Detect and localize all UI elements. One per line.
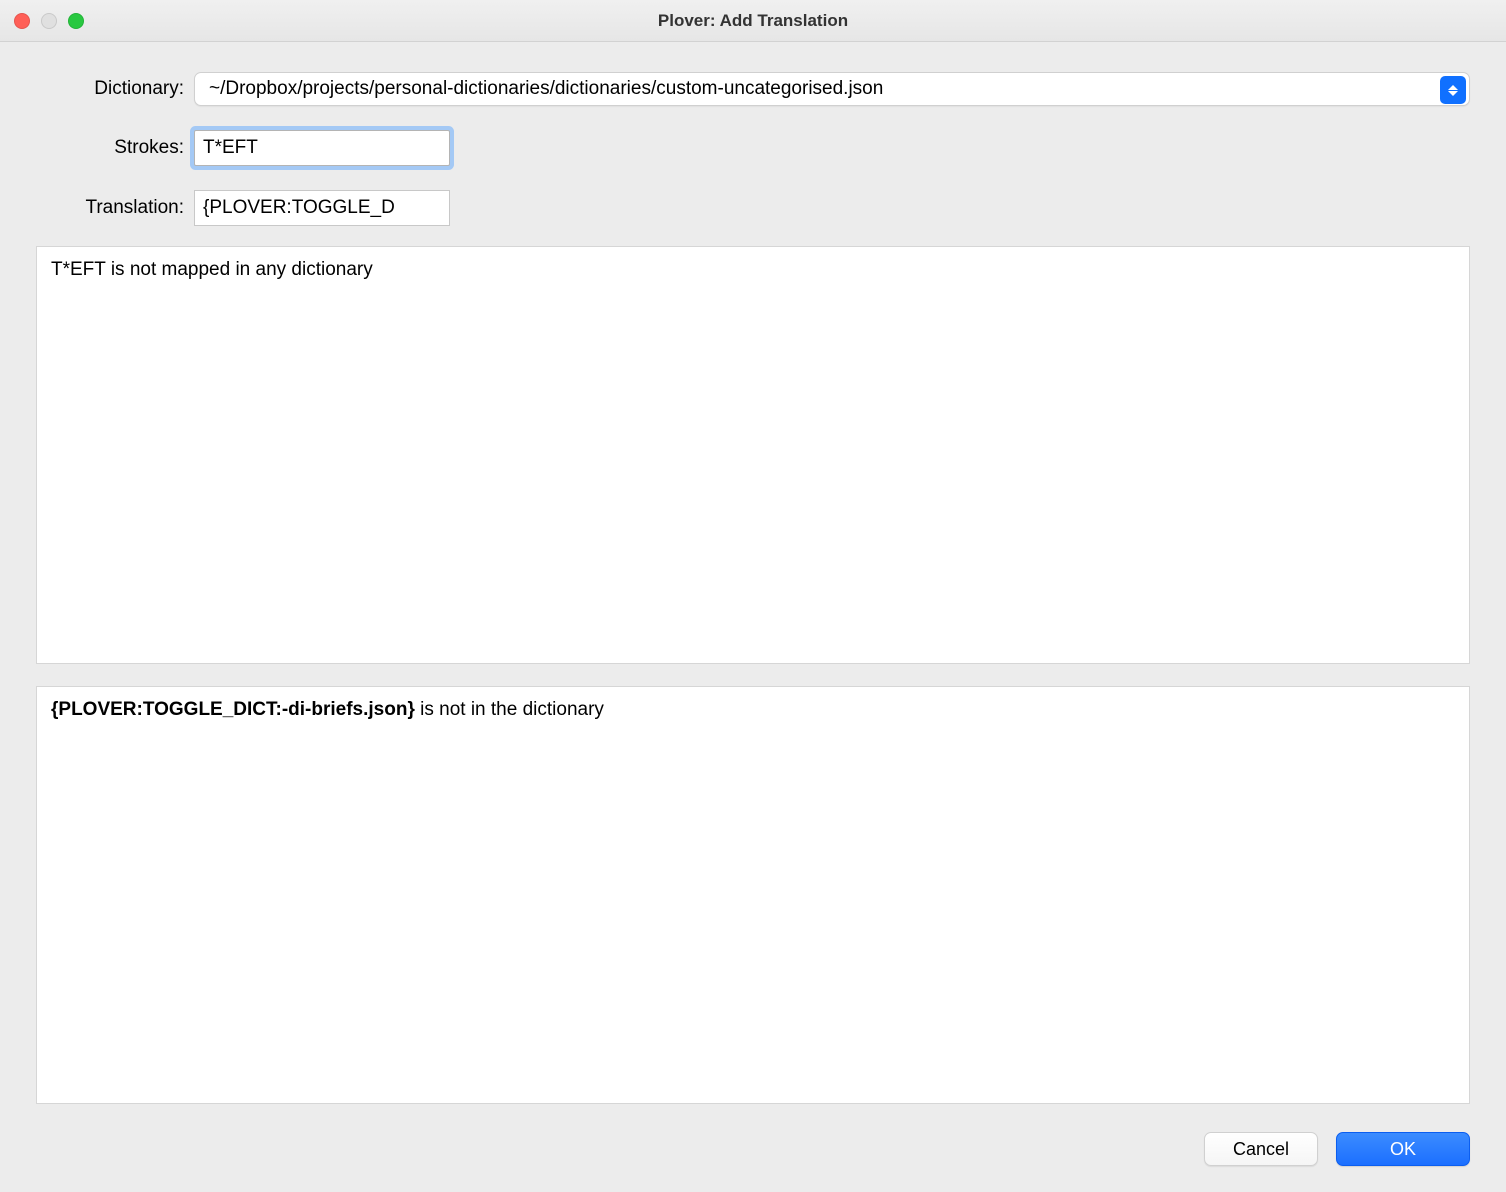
titlebar: Plover: Add Translation [0,0,1506,42]
chevron-updown-icon [1440,76,1466,104]
dialog-content: Dictionary: ~/Dropbox/projects/personal-… [0,42,1506,1192]
dialog-buttons: Cancel OK [36,1132,1470,1166]
dictionary-value: ~/Dropbox/projects/personal-dictionaries… [209,78,883,100]
strokes-input[interactable] [194,130,450,166]
translation-command-text: {PLOVER:TOGGLE_DICT:-di-briefs.json} [51,699,415,720]
strokes-label: Strokes: [36,137,194,159]
translation-label: Translation: [36,197,194,219]
dictionary-row: Dictionary: ~/Dropbox/projects/personal-… [36,72,1470,106]
strokes-info-panel: T*EFT is not mapped in any dictionary [36,246,1470,664]
cancel-button[interactable]: Cancel [1204,1132,1318,1166]
minimize-icon[interactable] [41,13,57,29]
window-controls [0,13,84,29]
zoom-icon[interactable] [68,13,84,29]
close-icon[interactable] [14,13,30,29]
dictionary-label: Dictionary: [36,78,194,100]
dictionary-dropdown[interactable]: ~/Dropbox/projects/personal-dictionaries… [194,72,1470,106]
strokes-status-text: T*EFT is not mapped in any dictionary [51,259,373,280]
window-title: Plover: Add Translation [0,11,1506,31]
ok-button[interactable]: OK [1336,1132,1470,1166]
translation-input[interactable] [194,190,450,226]
translation-row: Translation: [36,190,1470,226]
translation-status-suffix: is not in the dictionary [415,699,604,720]
translation-info-panel: {PLOVER:TOGGLE_DICT:-di-briefs.json} is … [36,686,1470,1104]
strokes-row: Strokes: [36,130,1470,166]
